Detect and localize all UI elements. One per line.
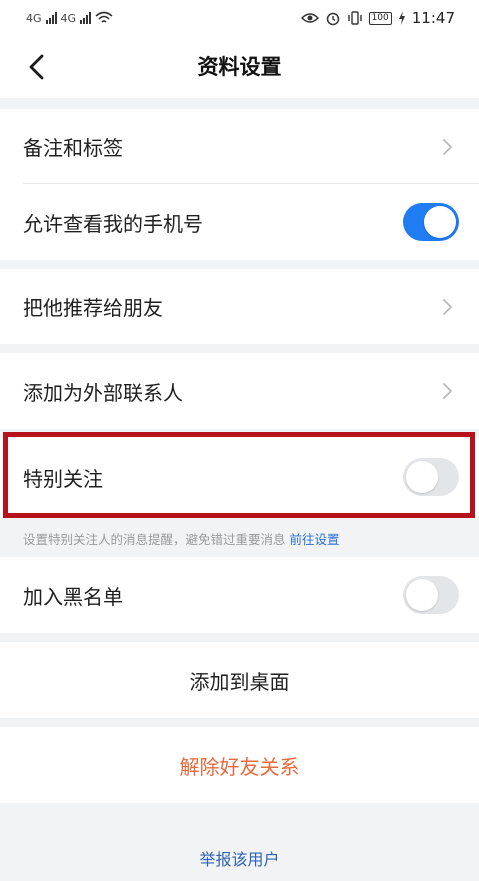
status-time: 11:47	[411, 9, 455, 27]
special-follow-row: 特别关注	[0, 437, 479, 517]
battery-icon: 100	[368, 11, 392, 25]
report-user-link[interactable]: 举报该用户	[0, 840, 479, 876]
remove-friend-button[interactable]: 解除好友关系	[0, 727, 479, 803]
add-to-desktop-button[interactable]: 添加到桌面	[0, 642, 479, 718]
toggle-knob	[424, 206, 456, 238]
toggle-knob	[406, 461, 438, 493]
remark-tags-row[interactable]: 备注和标签	[0, 109, 479, 184]
special-follow-toggle[interactable]	[403, 458, 459, 496]
status-bar: 4G 4G 100 11:47	[0, 0, 479, 36]
signal-label-2: 4G	[60, 11, 77, 25]
signal-label-1: 4G	[26, 11, 42, 25]
nav-bar: 资料设置	[0, 36, 479, 98]
recommend-friend-row[interactable]: 把他推荐给朋友	[0, 269, 479, 344]
add-external-contact-label: 添加为外部联系人	[23, 380, 183, 405]
special-follow-hint: 设置特别关注人的消息提醒，避免错过重要消息 前往设置	[23, 519, 340, 557]
add-external-contact-row[interactable]: 添加为外部联系人	[0, 353, 479, 429]
alarm-icon	[326, 12, 339, 26]
status-right: 100 11:47	[300, 9, 455, 27]
remove-friend-label: 解除好友关系	[179, 754, 300, 779]
blacklist-label: 加入黑名单	[23, 584, 123, 609]
signal-icon	[45, 12, 57, 24]
recommend-friend-label: 把他推荐给朋友	[23, 296, 163, 320]
special-follow-hint-text: 设置特别关注人的消息提醒，避免错过重要消息	[23, 531, 286, 547]
add-to-desktop-label: 添加到桌面	[189, 669, 290, 694]
allow-view-phone-toggle[interactable]	[403, 203, 459, 241]
blacklist-toggle[interactable]	[403, 576, 459, 614]
chevron-right-icon	[443, 298, 452, 315]
eye-icon	[300, 13, 319, 23]
page-title: 资料设置	[197, 55, 282, 79]
charging-icon	[398, 11, 405, 25]
toggle-knob	[406, 579, 438, 611]
remark-tags-label: 备注和标签	[23, 136, 123, 160]
vibrate-icon	[347, 11, 362, 25]
signal-icon	[80, 12, 92, 24]
allow-view-phone-row: 允许查看我的手机号	[0, 184, 479, 260]
wifi-icon	[95, 11, 113, 23]
allow-view-phone-label: 允许查看我的手机号	[23, 211, 203, 236]
go-settings-link[interactable]: 前往设置	[290, 529, 340, 548]
chevron-right-icon	[443, 383, 452, 399]
special-follow-label: 特别关注	[23, 466, 103, 491]
blacklist-row: 加入黑名单	[0, 557, 479, 633]
status-left: 4G 4G	[26, 11, 113, 25]
chevron-right-icon	[443, 138, 452, 155]
